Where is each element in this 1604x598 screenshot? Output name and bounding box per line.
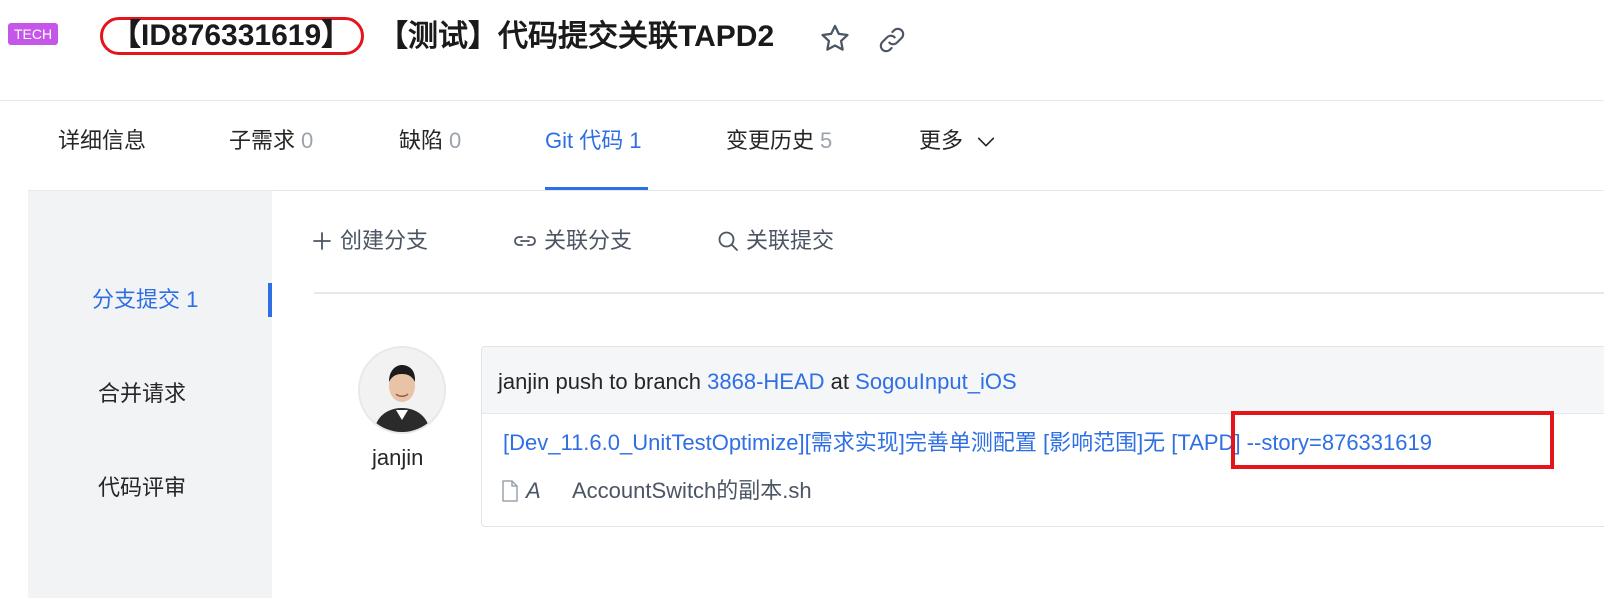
- tab-count: 5: [820, 128, 833, 153]
- tab-count: 1: [629, 128, 642, 153]
- push-at: at: [830, 369, 850, 394]
- file-name: AccountSwitch的副本.sh: [572, 478, 812, 503]
- commit-card-header: janjin push to branch 3868-HEAD at Sogou…: [482, 347, 1604, 414]
- tab-count: 0: [449, 128, 462, 153]
- tab-label: 详细信息: [58, 128, 147, 153]
- tab-sub-requirements[interactable]: 子需求 0: [229, 126, 313, 156]
- file-icon: [502, 480, 518, 502]
- tab-git-code[interactable]: Git 代码 1: [545, 126, 641, 156]
- push-summary: janjin push to branch 3868-HEAD at Sogou…: [498, 367, 1017, 397]
- link-icon[interactable]: [876, 24, 908, 56]
- tab-defects[interactable]: 缺陷 0: [399, 126, 461, 156]
- create-branch-button[interactable]: 创建分支: [310, 226, 428, 256]
- search-icon: [718, 231, 738, 251]
- tab-label: 缺陷: [399, 128, 444, 153]
- story-id: 【ID876331619】: [100, 17, 364, 55]
- page-title: 【测试】代码提交关联TAPD2: [378, 20, 775, 53]
- tab-change-history[interactable]: 变更历史 5: [726, 126, 832, 156]
- author-name[interactable]: janjin: [372, 443, 423, 473]
- tab-label: 子需求: [229, 128, 296, 153]
- file-status: A: [526, 478, 541, 503]
- changed-file-row: A AccountSwitch的副本.sh: [500, 476, 812, 506]
- link-branch-button[interactable]: 关联分支: [512, 226, 632, 256]
- push-prefix: janjin push to branch: [498, 369, 702, 394]
- link-commit-button[interactable]: 关联提交: [716, 226, 834, 256]
- link-branch-label: 关联分支: [544, 228, 633, 253]
- header-divider: [0, 100, 1604, 101]
- user-photo: [360, 348, 444, 432]
- tab-label: Git 代码: [545, 128, 624, 153]
- sidebar-item-branch-commits[interactable]: 分支提交 1: [92, 285, 198, 315]
- repo-link[interactable]: SogouInput_iOS: [855, 369, 1016, 394]
- plus-icon: [313, 232, 331, 250]
- tab-more[interactable]: 更多: [919, 126, 997, 156]
- sidebar-item-merge-requests[interactable]: 合并请求: [98, 379, 186, 409]
- tab-label: 变更历史: [726, 128, 815, 153]
- sidebar-active-indicator: [268, 283, 272, 317]
- chain-link-icon: [514, 236, 536, 246]
- story-id-text: 【ID876331619】: [111, 19, 352, 52]
- category-tag: TECH: [8, 23, 59, 45]
- tab-count: 0: [301, 128, 314, 153]
- branch-link[interactable]: 3868-HEAD: [707, 369, 824, 394]
- avatar[interactable]: [358, 346, 446, 434]
- star-icon[interactable]: [818, 22, 852, 56]
- create-branch-label: 创建分支: [340, 228, 429, 253]
- link-commit-label: 关联提交: [746, 228, 835, 253]
- tab-details[interactable]: 详细信息: [58, 126, 146, 156]
- chevron-down-icon: [977, 137, 995, 147]
- toolbar-divider: [314, 292, 1604, 294]
- tab-label: 更多: [919, 128, 964, 153]
- annotation-highlight-box: [1231, 411, 1554, 469]
- sidebar-item-code-review[interactable]: 代码评审: [98, 473, 186, 503]
